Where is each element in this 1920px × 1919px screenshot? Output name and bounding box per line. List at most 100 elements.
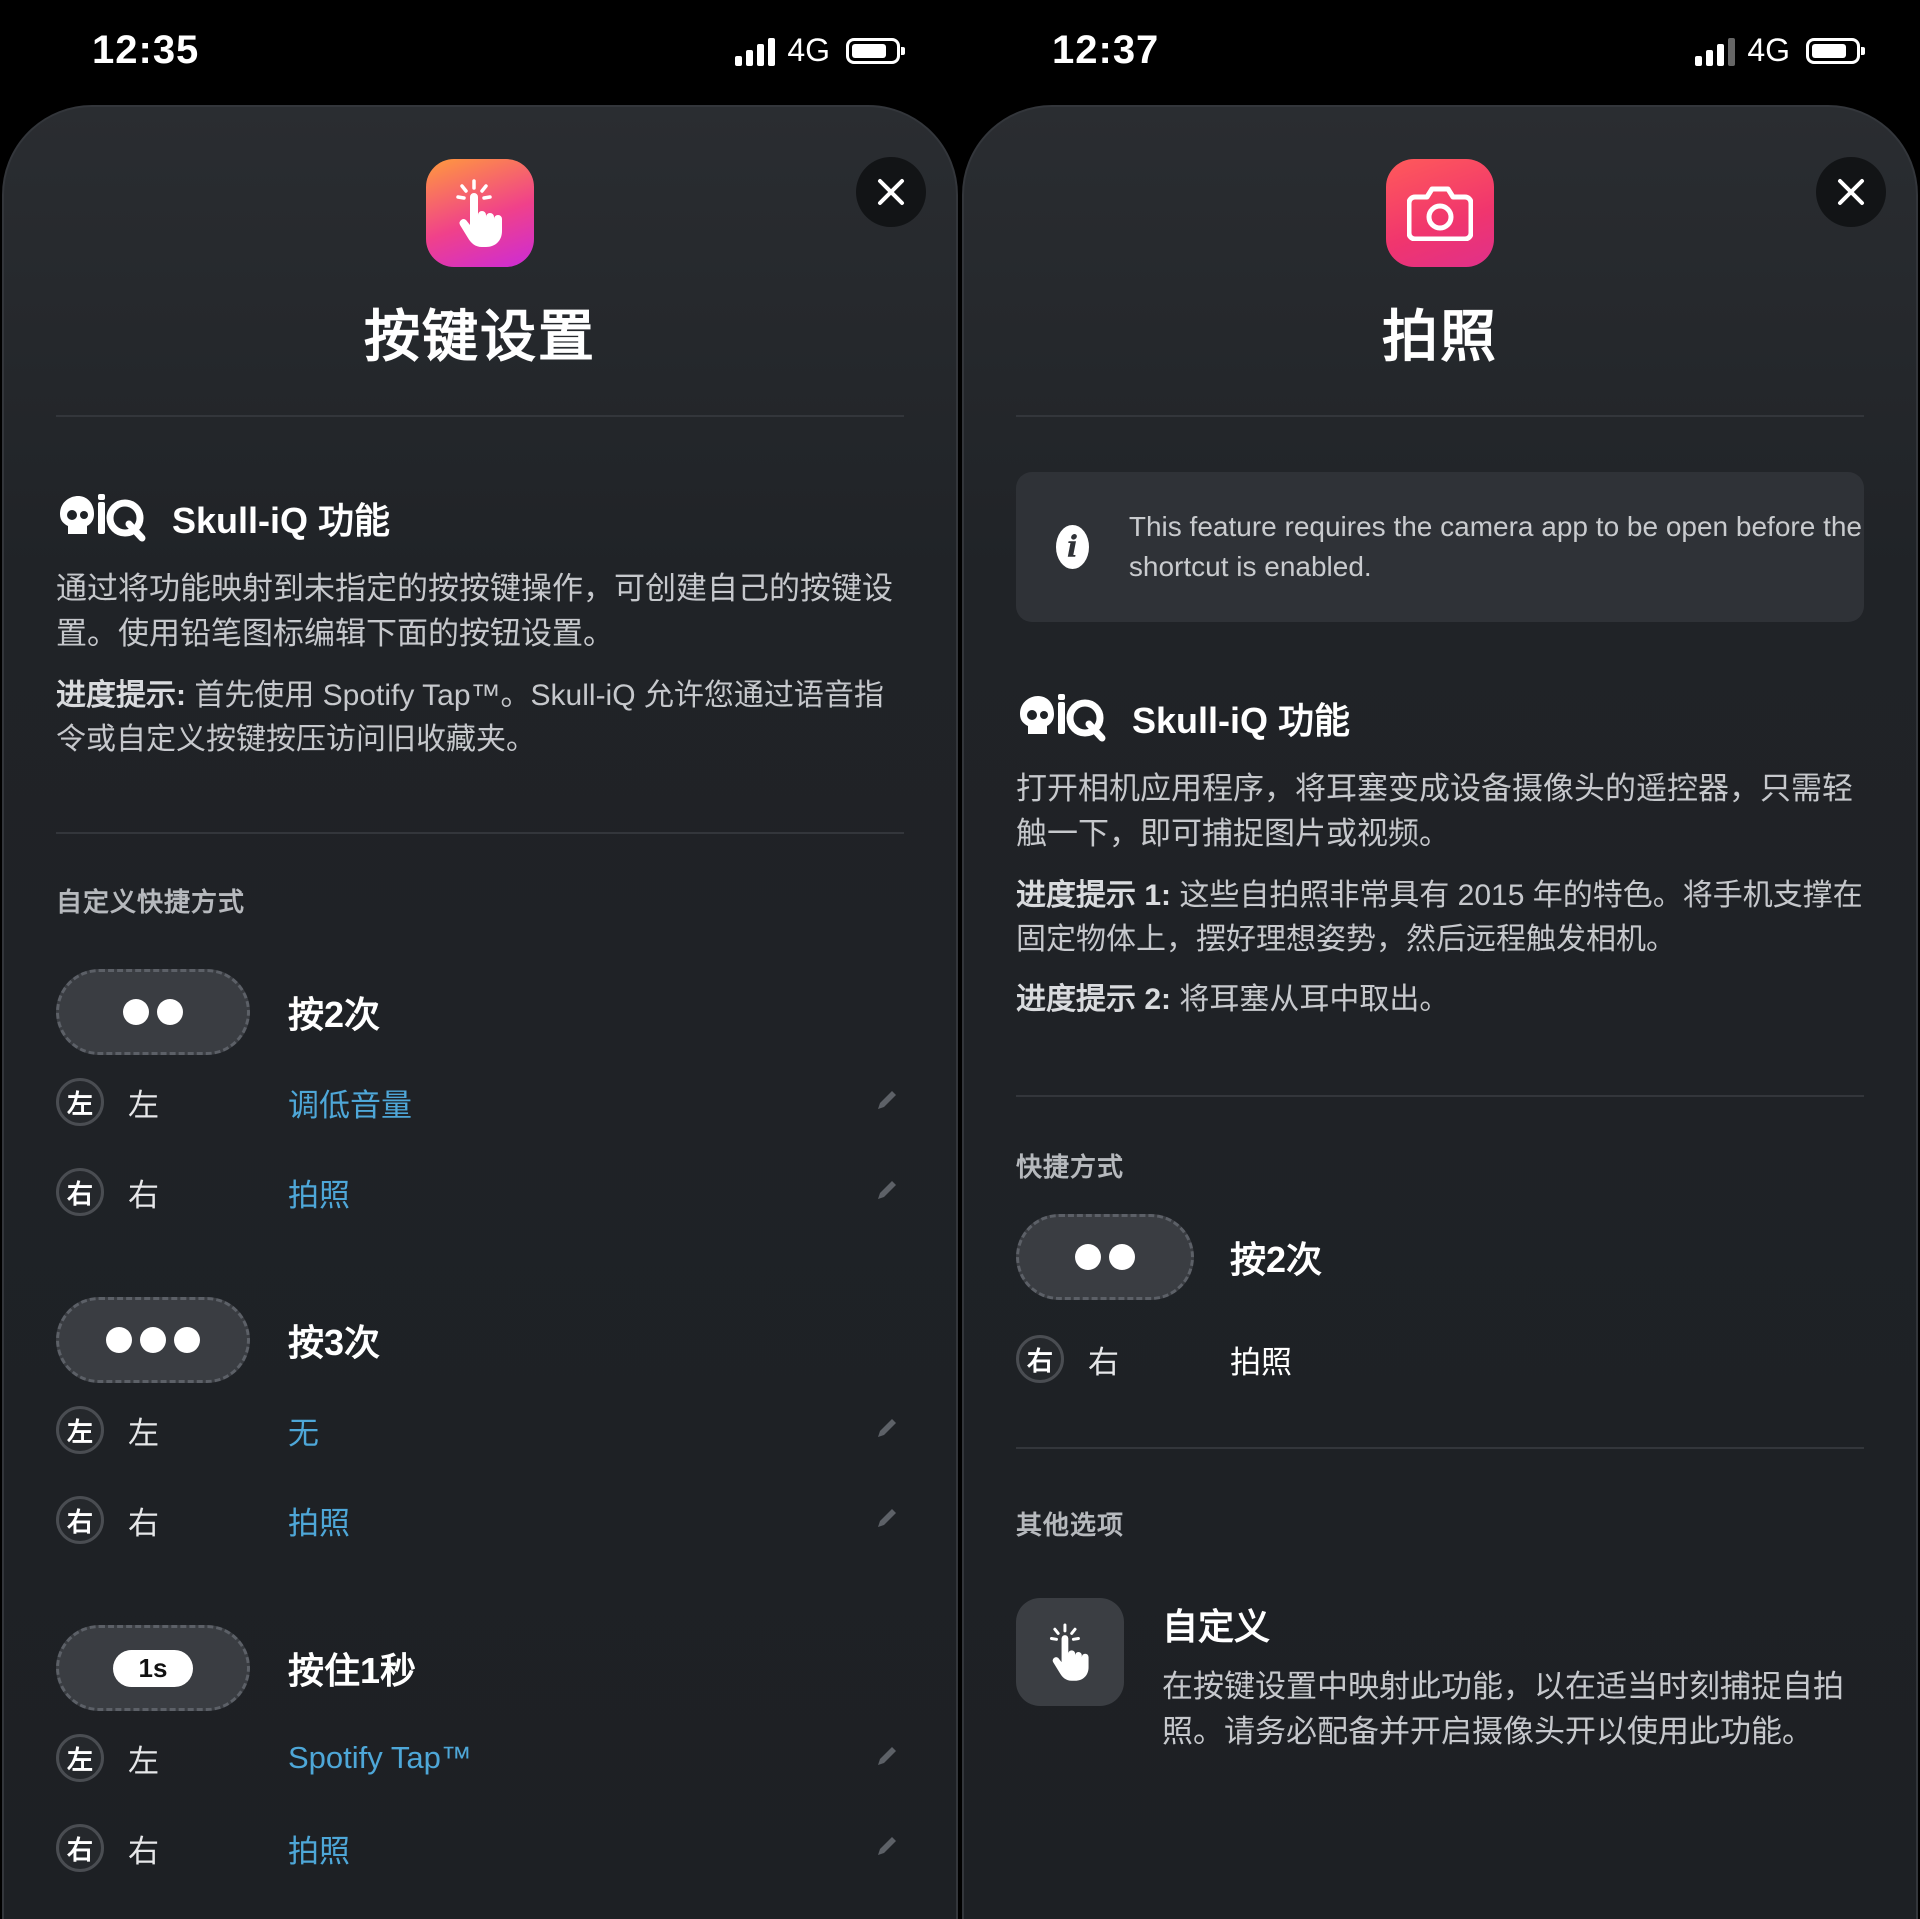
key-settings-sheet: 按键设置 Skull-iQ 功能 通过将功能映射到未指定的按按键操作，可创建自己… [2,105,958,1919]
tap-hand-icon [1016,1598,1124,1706]
close-icon [878,179,904,205]
divider [56,415,904,417]
battery-icon [1806,37,1865,64]
side-label: 右 [128,1833,159,1869]
info-icon: i [1056,525,1089,569]
mapping-row[interactable]: 左 左 Spotify Tap™ [56,1713,904,1803]
pencil-icon[interactable] [874,1505,900,1531]
iq-title: Skull-iQ 功能 [1132,700,1351,741]
tip-label: 进度提示: [56,679,186,712]
status-indicators: 4G [1695,32,1865,69]
network-type: 4G [1747,32,1790,68]
other-options-section: 其他选项 自定义 在按键设置中映射此功能，以在适当时刻捕捉自拍照。请务必配备并开… [1016,1505,1864,1754]
mapping-row[interactable]: 右 右 拍照 [56,1147,904,1237]
long-press-icon: 1s [56,1625,250,1711]
mapping-row[interactable]: 右 右 拍照 [56,1475,904,1565]
tip-text: 进度提示: 首先使用 Spotify Tap™。Skull-iQ 允许您通过语音… [56,674,904,762]
mapping-row[interactable]: 右 右 拍照 [56,1803,904,1893]
skull-iq-logo [1020,694,1106,742]
tip-label: 进度提示 1: [1016,879,1172,912]
side-label: 左 [128,1415,159,1451]
divider [1016,415,1864,417]
section-label: 其他选项 [1016,1510,1125,1540]
triple-press-icon [56,1297,250,1383]
shortcut-double-press: 按2次 [56,969,904,1055]
skull-iq-logo [60,494,146,542]
mapped-action: 拍照 [288,1177,350,1213]
mapped-action: 拍照 [288,1505,350,1541]
iq-description: 通过将功能映射到未指定的按按键操作，可创建自己的按键设置。使用铅笔图标编辑下面的… [56,571,893,651]
right-bud-badge: 右 [1016,1335,1064,1383]
side-label: 左 [128,1087,159,1123]
pencil-icon[interactable] [874,1415,900,1441]
left-bud-badge: 左 [56,1078,104,1126]
shortcut-title: 按3次 [288,1322,381,1363]
left-bud-badge: 左 [56,1734,104,1782]
status-time: 12:37 [1052,28,1160,72]
shortcut-title: 按2次 [288,994,381,1035]
side-label: 右 [128,1505,159,1541]
close-icon [1838,179,1864,205]
divider [1016,1095,1864,1097]
right-bud-badge: 右 [56,1496,104,1544]
shortcut-title: 按2次 [1230,1239,1323,1280]
status-indicators: 4G [735,32,905,69]
mapped-action: Spotify Tap™ [288,1740,472,1775]
mapping-row[interactable]: 左 左 无 [56,1385,904,1475]
pencil-icon[interactable] [874,1177,900,1203]
section-label: 自定义快捷方式 [56,887,246,917]
divider [56,832,904,834]
tip-body: 将耳塞从耳中取出。 [1171,983,1450,1016]
mapped-action: 拍照 [288,1833,350,1869]
right-bud-badge: 右 [56,1824,104,1872]
battery-icon [846,37,905,64]
pencil-icon[interactable] [874,1743,900,1769]
iq-title: Skull-iQ 功能 [172,500,391,541]
custom-shortcuts: 自定义快捷方式 按2次 左 左 调低音量 右 右 拍照 按3次 左 左 无 右 … [56,882,904,1893]
shortcut-section: 快捷方式 按2次 右 右 拍照 [1016,1147,1864,1404]
tip-text-2: 进度提示 2: 将耳塞从耳中取出。 [1016,978,1864,1022]
other-option-custom[interactable]: 自定义 在按键设置中映射此功能，以在适当时刻捕捉自拍照。请务必配备并开启摄像头开… [1016,1598,1864,1754]
left-screen: 12:35 4G 按键设置 Skull-iQ 功能 通过将功能映射到未指定的按按… [0,0,960,1919]
pencil-icon[interactable] [874,1087,900,1113]
left-bud-badge: 左 [56,1406,104,1454]
status-time: 12:35 [92,28,200,72]
close-button[interactable] [1816,157,1886,227]
close-button[interactable] [856,157,926,227]
side-label: 右 [1088,1344,1119,1380]
shortcut-long-press: 1s 按住1秒 [56,1625,904,1711]
mapping-row[interactable]: 左 左 调低音量 [56,1057,904,1147]
info-banner: i This feature requires the camera app t… [1016,472,1864,622]
duration-badge: 1s [112,1649,194,1687]
signal-icon [1695,36,1736,66]
side-label: 左 [128,1743,159,1779]
mapping-row: 右 右 拍照 [1016,1314,1864,1404]
skull-iq-section: Skull-iQ 功能 打开相机应用程序，将耳塞变成设备摄像头的遥控器，只需轻触… [1016,692,1864,1022]
shortcut-title: 按住1秒 [288,1650,417,1691]
right-screen: 12:37 4G 拍照 i This feature requires the … [960,0,1920,1919]
photo-sheet: 拍照 i This feature requires the camera ap… [962,105,1918,1919]
signal-icon [735,36,776,66]
mapped-action: 拍照 [1230,1344,1292,1380]
shortcut-triple-press: 按3次 [56,1297,904,1383]
camera-icon [1386,159,1494,267]
side-label: 右 [128,1177,159,1213]
network-type: 4G [787,32,830,68]
shortcut-double-press: 按2次 [1016,1214,1864,1300]
double-press-icon [56,969,250,1055]
tap-hand-icon [426,159,534,267]
skull-iq-section: Skull-iQ 功能 通过将功能映射到未指定的按按键操作，可创建自己的按键设置… [56,492,904,762]
info-text: This feature requires the camera app to … [1128,511,1863,582]
iq-description: 打开相机应用程序，将耳塞变成设备摄像头的遥控器，只需轻触一下，即可捕捉图片或视频… [1016,771,1853,851]
mapped-action: 调低音量 [288,1087,412,1123]
option-title: 自定义 [1162,1606,1271,1647]
page-title: 按键设置 [364,305,596,368]
tip-label: 进度提示 2: [1016,983,1172,1016]
right-bud-badge: 右 [56,1168,104,1216]
mapped-action: 无 [288,1415,319,1451]
double-press-icon [1016,1214,1194,1300]
page-title: 拍照 [1382,305,1498,368]
pencil-icon[interactable] [874,1833,900,1859]
divider [1016,1447,1864,1449]
section-label: 快捷方式 [1016,1152,1125,1182]
